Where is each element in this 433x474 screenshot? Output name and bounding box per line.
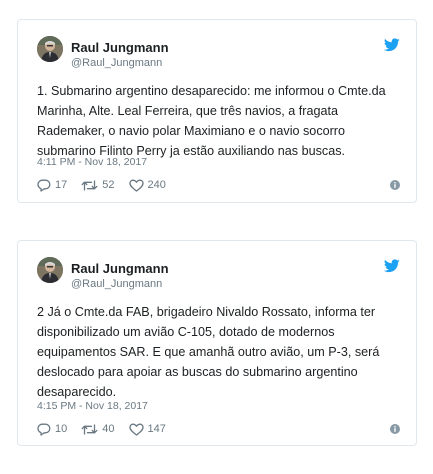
retweet-icon <box>81 423 98 435</box>
like-count: 147 <box>147 423 166 435</box>
twitter-bird-icon[interactable] <box>384 259 400 273</box>
like-button[interactable]: 147 <box>128 423 166 436</box>
retweet-button[interactable]: 40 <box>81 423 115 436</box>
reply-count: 17 <box>55 179 68 191</box>
tweet-timestamp[interactable]: 4:11 PM - Nov 18, 2017 <box>37 156 147 168</box>
tweet-timestamp[interactable]: 4:15 PM - Nov 18, 2017 <box>37 400 148 412</box>
like-icon <box>128 423 144 436</box>
retweet-icon <box>81 179 98 191</box>
reply-icon <box>37 423 51 436</box>
user-name[interactable]: Raul Jungmann <box>71 261 169 276</box>
retweet-button[interactable]: 52 <box>81 179 115 192</box>
tweet-actions: 10 40 147 <box>37 421 180 437</box>
reply-button[interactable]: 17 <box>37 179 67 192</box>
info-icon[interactable] <box>390 424 400 434</box>
reply-button[interactable]: 10 <box>37 423 67 436</box>
like-button[interactable]: 240 <box>128 179 166 192</box>
avatar[interactable] <box>37 257 63 283</box>
avatar[interactable] <box>37 36 63 62</box>
twitter-bird-icon[interactable] <box>384 38 400 52</box>
like-icon <box>128 179 144 192</box>
tweet-text: 1. Submarino argentino desaparecido: me … <box>37 84 386 158</box>
user-name[interactable]: Raul Jungmann <box>71 40 169 55</box>
reply-icon <box>37 179 51 192</box>
user-handle[interactable]: @Raul_Jungmann <box>71 278 162 290</box>
info-icon[interactable] <box>390 180 400 190</box>
retweet-count: 40 <box>102 423 115 435</box>
tweet-text: 2 Já o Cmte.da FAB, brigadeiro Nivaldo R… <box>37 305 380 399</box>
user-handle[interactable]: @Raul_Jungmann <box>71 57 162 69</box>
retweet-count: 52 <box>102 179 115 191</box>
tweet-actions: 17 52 240 <box>37 177 180 193</box>
tweet-card[interactable]: Raul Jungmann @Raul_Jungmann 1. Submarin… <box>17 19 417 203</box>
reply-count: 10 <box>55 423 68 435</box>
like-count: 240 <box>147 179 166 191</box>
tweet-card[interactable]: Raul Jungmann @Raul_Jungmann 2 Já o Cmte… <box>17 240 417 446</box>
